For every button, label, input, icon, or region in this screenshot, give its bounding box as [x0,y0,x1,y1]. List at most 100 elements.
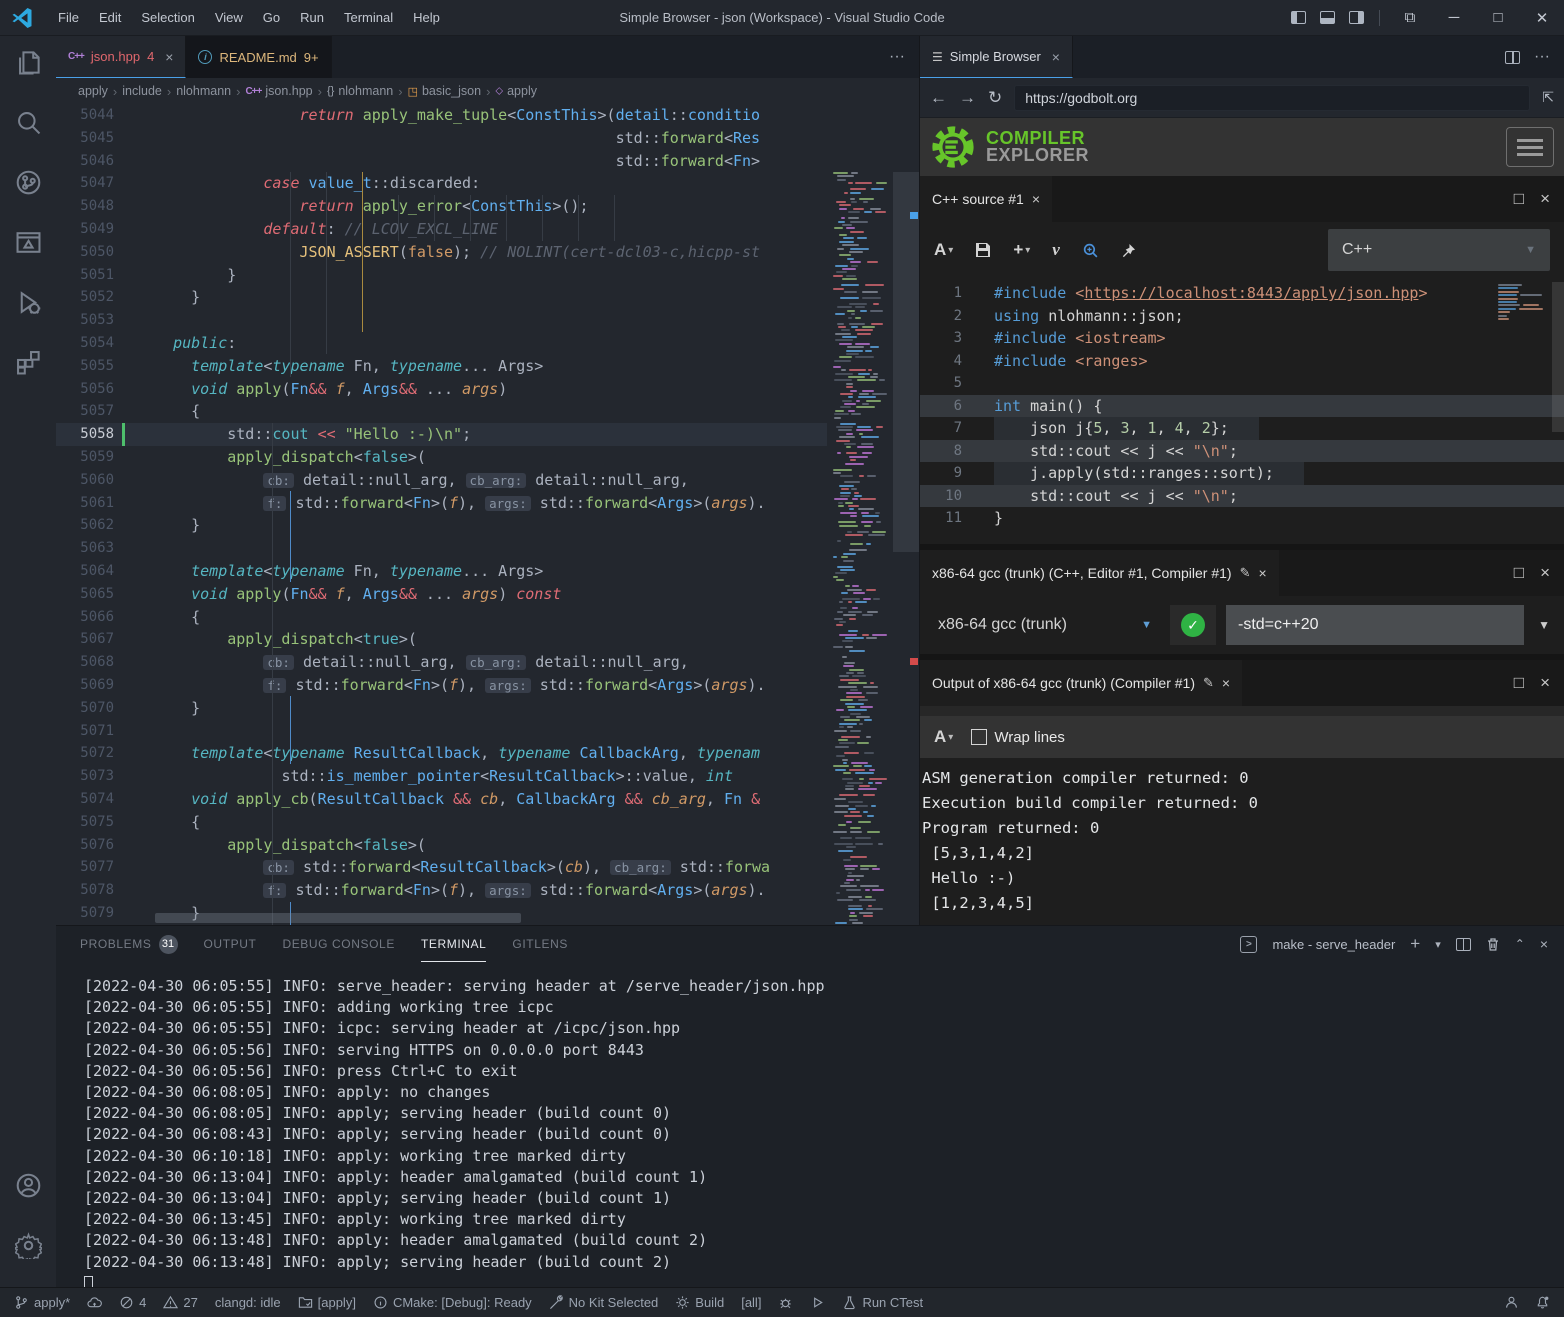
accounts-icon[interactable] [0,1159,56,1211]
toggle-secondary-sidebar-icon[interactable] [1349,11,1364,24]
status-item-belldot[interactable] [1535,1295,1550,1310]
close-tab-icon[interactable]: × [165,49,173,65]
more-actions-icon[interactable]: ··· [1534,48,1550,66]
maximize-button[interactable]: □ [1476,0,1520,36]
status-item-build[interactable]: Build [675,1295,724,1310]
cmake-icon[interactable] [0,216,56,268]
maximize-pane-icon[interactable]: □ [1514,563,1524,583]
status-item-run-ctest[interactable]: Run CTest [842,1295,923,1310]
chevron-down-icon[interactable]: ▼ [1534,618,1554,632]
source-control-icon[interactable] [0,156,56,208]
status-item-no-kit-selected[interactable]: No Kit Selected [549,1295,659,1310]
status-item--all-[interactable]: [all] [741,1295,761,1310]
status-item--apply-[interactable]: [apply] [298,1295,356,1310]
menu-selection[interactable]: Selection [131,10,204,25]
status-item-apply-[interactable]: apply* [14,1295,70,1310]
font-size-icon[interactable]: A▾ [934,727,953,747]
maximize-panel-icon[interactable]: ⌃ [1515,937,1525,951]
url-input[interactable]: https://godbolt.org [1014,85,1530,111]
menu-terminal[interactable]: Terminal [334,10,403,25]
breadcrumb-item-nlohmann[interactable]: nlohmann [176,84,231,98]
panel-tab-debug-console[interactable]: DEBUG CONSOLE [282,926,395,962]
split-editor-icon[interactable] [1505,51,1520,64]
close-pane-icon[interactable]: × [1540,563,1550,583]
breadcrumb-item-apply[interactable]: ⬦apply [495,84,537,98]
status-item-27[interactable]: 27 [163,1295,197,1310]
compiler-tab[interactable]: x86-64 gcc (trunk) (C++, Editor #1, Comp… [920,550,1279,596]
kill-terminal-icon[interactable] [1486,937,1500,952]
godbolt-code-editor[interactable]: 1#include <https://localhost:8443/apply/… [920,278,1564,544]
breadcrumb[interactable]: apply›include›nlohmann›C++json.hpp›{}nlo… [56,78,919,104]
menu-help[interactable]: Help [403,10,450,25]
tab-readme-md[interactable]: iREADME.md9+ [186,36,331,78]
horizontal-scrollbar[interactable] [155,913,521,923]
status-item-play[interactable] [810,1295,825,1310]
forward-icon[interactable]: → [959,88,976,108]
add-pane-icon[interactable]: +▾ [1013,240,1030,260]
compiler-flags-input[interactable]: -std=c++20 [1226,605,1524,645]
vim-mode-icon[interactable]: v [1052,240,1060,260]
vertical-scrollbar[interactable] [893,172,919,552]
close-pane-icon[interactable]: × [1540,189,1550,209]
open-external-icon[interactable]: ⇱ [1542,89,1554,106]
zoom-icon[interactable] [1082,242,1099,259]
status-item-clangd-idle[interactable]: clangd: idle [215,1295,281,1310]
extensions-icon[interactable] [0,336,56,388]
status-item-person[interactable] [1504,1295,1519,1310]
terminal-output[interactable]: [2022-04-30 06:05:55] INFO: serve_header… [56,962,1564,1293]
edit-title-icon[interactable]: ✎ [1240,565,1251,581]
maximize-pane-icon[interactable]: □ [1514,189,1524,209]
split-terminal-icon[interactable] [1456,938,1471,951]
close-icon[interactable]: × [1258,565,1266,581]
source-tab[interactable]: C++ source #1 × [920,176,1052,222]
search-icon[interactable] [0,96,56,148]
terminal-dropdown-icon[interactable]: ▾ [1435,938,1441,951]
menu-edit[interactable]: Edit [89,10,131,25]
code-editor[interactable]: 5044 return apply_make_tuple<ConstThis>(… [56,104,919,925]
font-size-icon[interactable]: A▾ [934,240,953,260]
settings-icon[interactable] [0,1219,56,1271]
breadcrumb-item-nlohmann[interactable]: {}nlohmann [327,84,393,98]
new-terminal-icon[interactable]: + [1410,934,1420,954]
breadcrumb-item-json-hpp[interactable]: C++json.hpp [245,84,312,98]
wrap-lines-checkbox[interactable] [971,729,987,745]
panel-tab-output[interactable]: OUTPUT [204,926,257,962]
close-pane-icon[interactable]: × [1540,673,1550,693]
back-icon[interactable]: ← [930,88,947,108]
status-item-cmake-debug-ready[interactable]: CMake: [Debug]: Ready [373,1295,532,1310]
maximize-pane-icon[interactable]: □ [1514,673,1524,693]
panel-tab-terminal[interactable]: TERMINAL [421,926,486,962]
pin-icon[interactable] [1121,243,1136,258]
close-icon[interactable]: × [1032,191,1040,207]
status-item-cloud[interactable] [87,1295,102,1310]
panel-tab-problems[interactable]: PROBLEMS31 [80,926,178,962]
terminal-title[interactable]: make - serve_header [1272,937,1395,952]
reload-icon[interactable]: ↻ [988,88,1002,108]
close-button[interactable]: ✕ [1520,0,1564,36]
run-debug-icon[interactable] [0,276,56,328]
language-select[interactable]: C++ ▼ [1328,229,1550,271]
editor-actions[interactable]: ··· [875,36,919,78]
breadcrumb-item-apply[interactable]: apply [78,84,108,98]
minimap[interactable] [829,172,891,925]
tab-simple-browser[interactable]: ☰ Simple Browser × [920,36,1073,78]
status-item-4[interactable]: 4 [119,1295,146,1310]
edit-title-icon[interactable]: ✎ [1203,675,1214,691]
scrollbar[interactable] [1552,282,1564,432]
hamburger-menu-icon[interactable] [1506,127,1554,167]
status-item-bug[interactable] [778,1295,793,1310]
toggle-panel-icon[interactable] [1320,11,1335,24]
compiler-select[interactable]: x86-64 gcc (trunk) ▼ [930,605,1160,645]
menu-view[interactable]: View [205,10,253,25]
breadcrumb-item-basic-json[interactable]: ◳basic_json [408,84,481,98]
explorer-icon[interactable] [0,36,56,88]
close-icon[interactable]: × [1222,675,1230,691]
minimize-button[interactable]: ─ [1432,0,1476,36]
menu-run[interactable]: Run [290,10,334,25]
breadcrumb-item-include[interactable]: include [122,84,162,98]
panel-tab-gitlens[interactable]: GITLENS [512,926,568,962]
output-tab[interactable]: Output of x86-64 gcc (trunk) (Compiler #… [920,660,1242,706]
tab-json-hpp[interactable]: C++json.hpp4× [56,36,186,78]
menu-file[interactable]: File [48,10,89,25]
toggle-sidebar-icon[interactable] [1291,11,1306,24]
